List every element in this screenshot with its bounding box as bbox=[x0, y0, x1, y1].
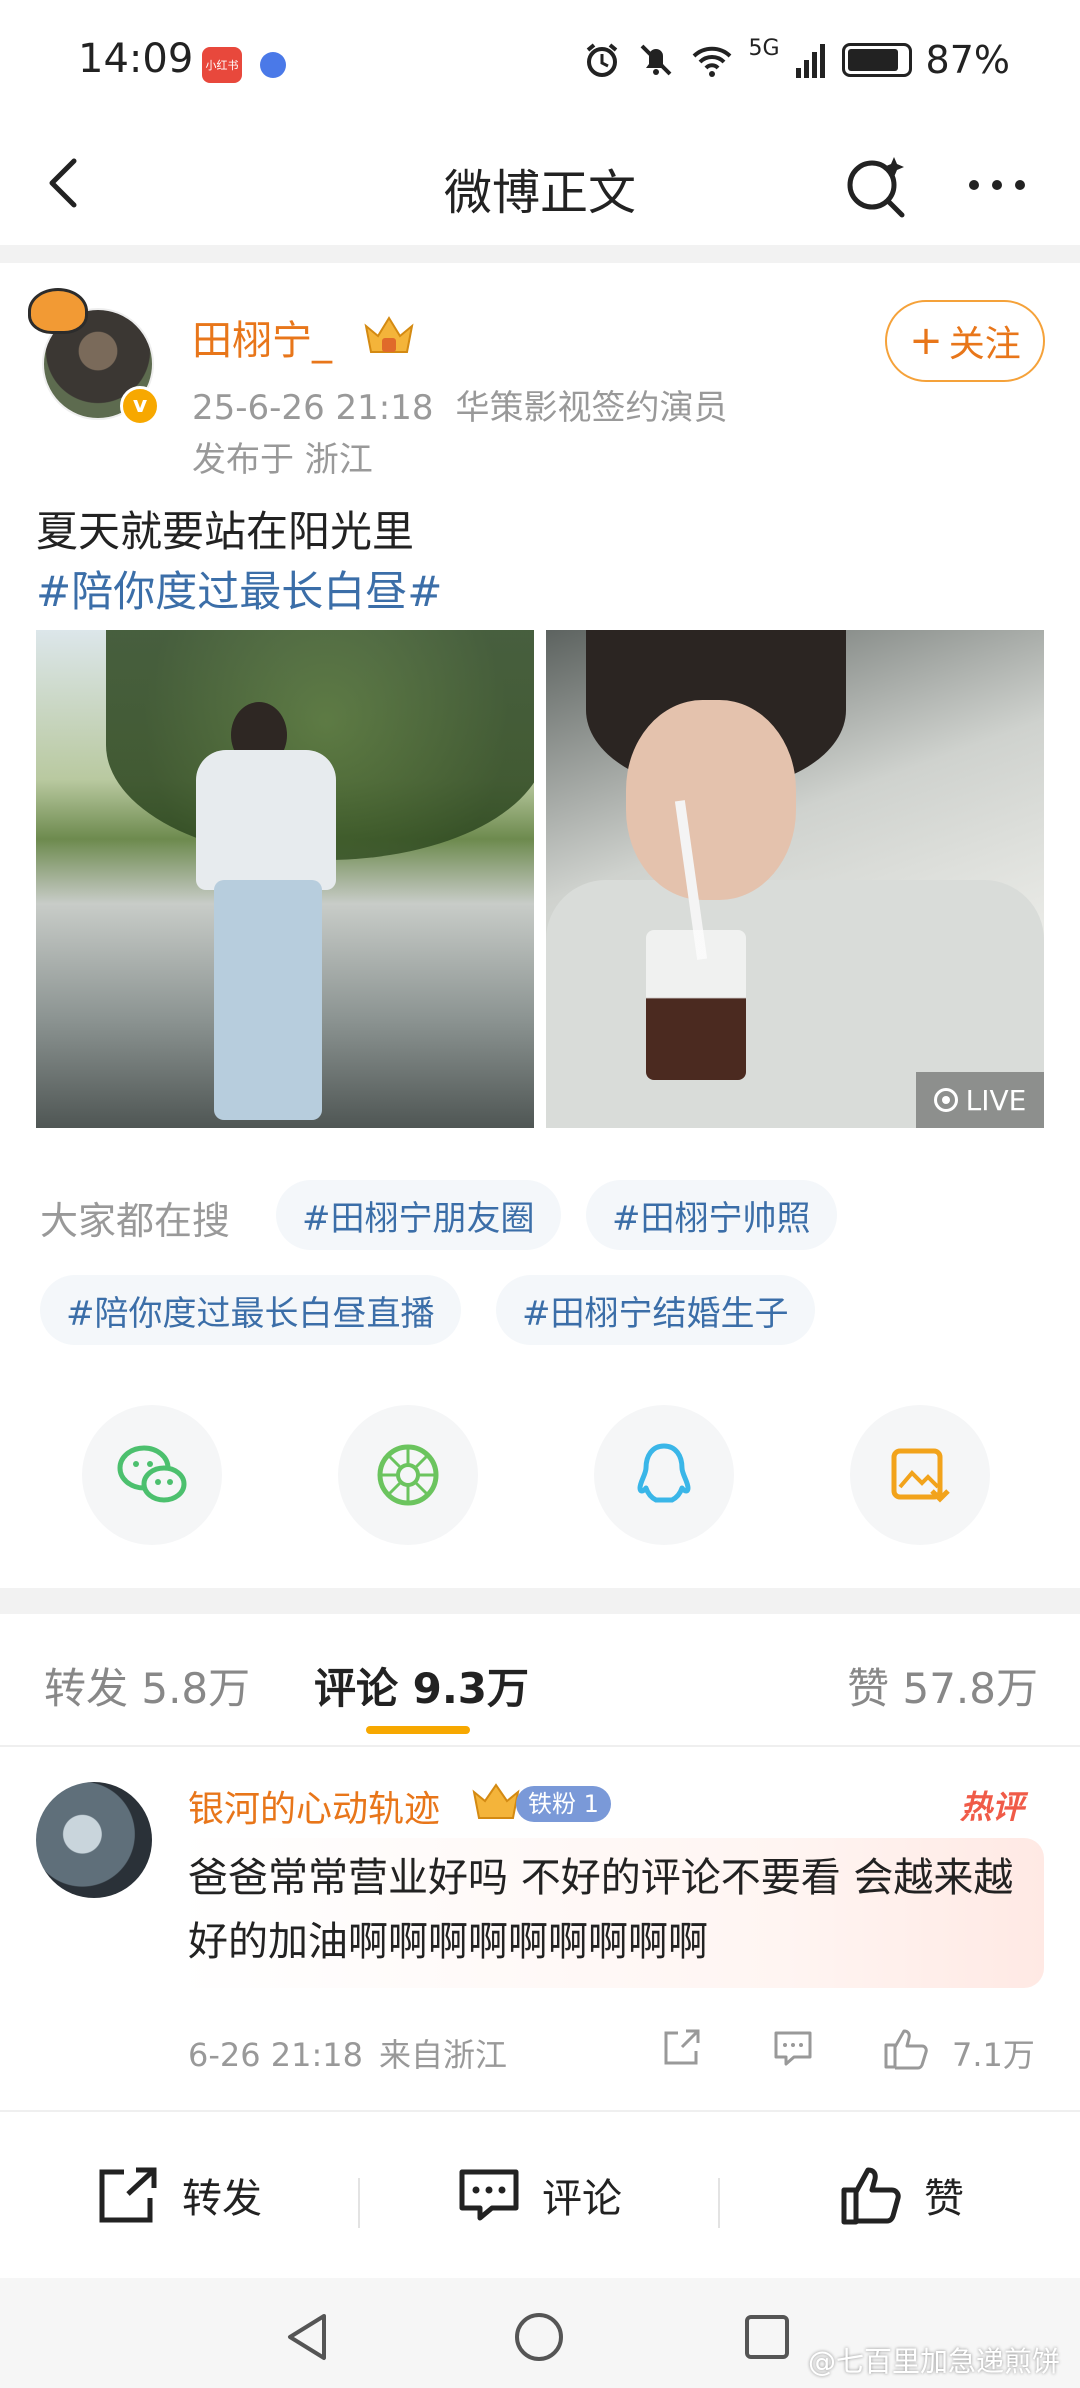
trending-search-label: 大家都在搜 bbox=[40, 1199, 231, 1243]
fan-badge: 铁粉 1 bbox=[516, 1786, 611, 1822]
commenter-name[interactable]: 银河的心动轨迹 bbox=[188, 1780, 440, 1832]
battery-percent: 87% bbox=[925, 38, 1010, 82]
status-bar: 14:09 小红书 5G 87% bbox=[0, 0, 1080, 125]
nav-home-icon[interactable] bbox=[512, 2310, 566, 2364]
repost-button[interactable]: 转发 bbox=[96, 2160, 262, 2230]
page-title: 微博正文 bbox=[443, 165, 636, 221]
verified-badge-icon: v bbox=[120, 386, 160, 426]
share-qq-button[interactable] bbox=[594, 1405, 734, 1545]
moments-icon bbox=[377, 1444, 439, 1506]
post-photo-2[interactable]: LIVE bbox=[546, 630, 1044, 1128]
follow-label: 关注 bbox=[948, 324, 1021, 365]
more-icon[interactable] bbox=[962, 155, 1032, 215]
comment-text: 爸爸常常营业好吗 不好的评论不要看 会越来越好的加油啊啊啊啊啊啊啊啊啊 bbox=[188, 1855, 1014, 1965]
share-moments-button[interactable] bbox=[338, 1405, 478, 1545]
wifi-icon bbox=[693, 46, 732, 77]
alarm-icon bbox=[587, 43, 618, 77]
qq-icon bbox=[637, 1443, 691, 1503]
avatar-frame-tiger-icon bbox=[28, 288, 88, 334]
trending-chip[interactable]: #田栩宁朋友圈 bbox=[276, 1180, 561, 1250]
top-nav: 微博正文 bbox=[0, 125, 1080, 245]
share-wechat-button[interactable] bbox=[82, 1405, 222, 1545]
comment-icon bbox=[459, 2169, 519, 2221]
repost-label: 转发 bbox=[182, 2176, 262, 2222]
trending-chip[interactable]: #田栩宁帅照 bbox=[586, 1180, 837, 1250]
vip-crown-icon bbox=[472, 1783, 520, 1819]
post-photo-1[interactable] bbox=[36, 630, 534, 1128]
comment-share-icon[interactable] bbox=[658, 2025, 704, 2071]
divider bbox=[0, 1745, 1080, 1747]
like-label: 赞 bbox=[924, 2176, 964, 2222]
live-label: LIVE bbox=[965, 1083, 1027, 1117]
nav-back-icon[interactable] bbox=[282, 2310, 332, 2364]
author-role: 华策影视签约演员 bbox=[455, 388, 728, 428]
wechat-icon bbox=[117, 1445, 187, 1503]
comment-label: 评论 bbox=[542, 2176, 622, 2222]
tab-likes[interactable]: 赞 57.8万 bbox=[847, 1655, 1038, 1716]
watermark: @七百里加急递煎饼 bbox=[807, 2345, 1060, 2378]
divider bbox=[358, 2178, 360, 2228]
post-hashtag[interactable]: #陪你度过最长白昼# bbox=[36, 562, 442, 622]
vip-crown-icon bbox=[364, 316, 414, 353]
post-meta: 25-6-26 21:18 华策影视签约演员 bbox=[192, 380, 728, 429]
save-image-button[interactable] bbox=[850, 1405, 990, 1545]
tab-comments[interactable]: 评论 9.3万 bbox=[314, 1655, 529, 1716]
trending-chip[interactable]: #陪你度过最长白昼直播 bbox=[40, 1275, 461, 1345]
battery-icon bbox=[841, 43, 912, 77]
trending-chip[interactable]: #田栩宁结婚生子 bbox=[496, 1275, 815, 1345]
status-indicators: 5G 87% bbox=[582, 35, 1010, 82]
signal-icon bbox=[795, 44, 825, 78]
hot-comment-badge: 热评 bbox=[960, 1788, 1025, 1826]
comment-reply-icon[interactable] bbox=[770, 2025, 816, 2071]
repost-icon bbox=[99, 2167, 157, 2223]
comment-source: 来自浙江 bbox=[379, 2036, 508, 2074]
comment-time: 6-26 21:18 bbox=[188, 2036, 364, 2074]
divider bbox=[0, 245, 1080, 263]
comment-meta: 6-26 21:18 来自浙江 bbox=[188, 2030, 507, 2076]
author-name[interactable]: 田栩宁_ bbox=[192, 308, 332, 366]
post-text: 夏天就要站在阳光里 bbox=[36, 507, 415, 556]
nav-recents-icon[interactable] bbox=[742, 2312, 792, 2362]
save-image-icon bbox=[891, 1448, 950, 1503]
author-avatar[interactable]: v bbox=[28, 288, 160, 428]
network-type: 5G bbox=[748, 35, 780, 61]
tab-repost[interactable]: 转发 5.8万 bbox=[44, 1655, 250, 1716]
like-icon bbox=[841, 2167, 901, 2225]
mute-icon bbox=[641, 44, 672, 76]
commenter-avatar[interactable] bbox=[36, 1782, 152, 1898]
live-icon bbox=[933, 1088, 958, 1112]
active-tab-indicator bbox=[366, 1726, 470, 1734]
plus-icon: + bbox=[909, 318, 943, 364]
divider bbox=[718, 2178, 720, 2228]
status-time: 14:09 bbox=[78, 36, 194, 82]
live-badge: LIVE bbox=[916, 1072, 1044, 1128]
notification-app-icon: 小红书 bbox=[202, 47, 242, 83]
search-icon[interactable] bbox=[842, 151, 912, 221]
divider bbox=[0, 1588, 1080, 1614]
notification-dot-icon bbox=[260, 52, 286, 78]
bottom-action-bar: 转发 评论 赞 bbox=[0, 2110, 1080, 2278]
follow-button[interactable]: + 关注 bbox=[885, 300, 1045, 382]
comment-button[interactable]: 评论 bbox=[456, 2160, 622, 2230]
comment-like-icon[interactable] bbox=[882, 2025, 932, 2071]
post-location: 发布于 浙江 bbox=[192, 440, 373, 480]
like-button[interactable]: 赞 bbox=[838, 2160, 964, 2230]
comment-like-count: 7.1万 bbox=[952, 2036, 1035, 2074]
post-date: 25-6-26 21:18 bbox=[192, 388, 434, 428]
